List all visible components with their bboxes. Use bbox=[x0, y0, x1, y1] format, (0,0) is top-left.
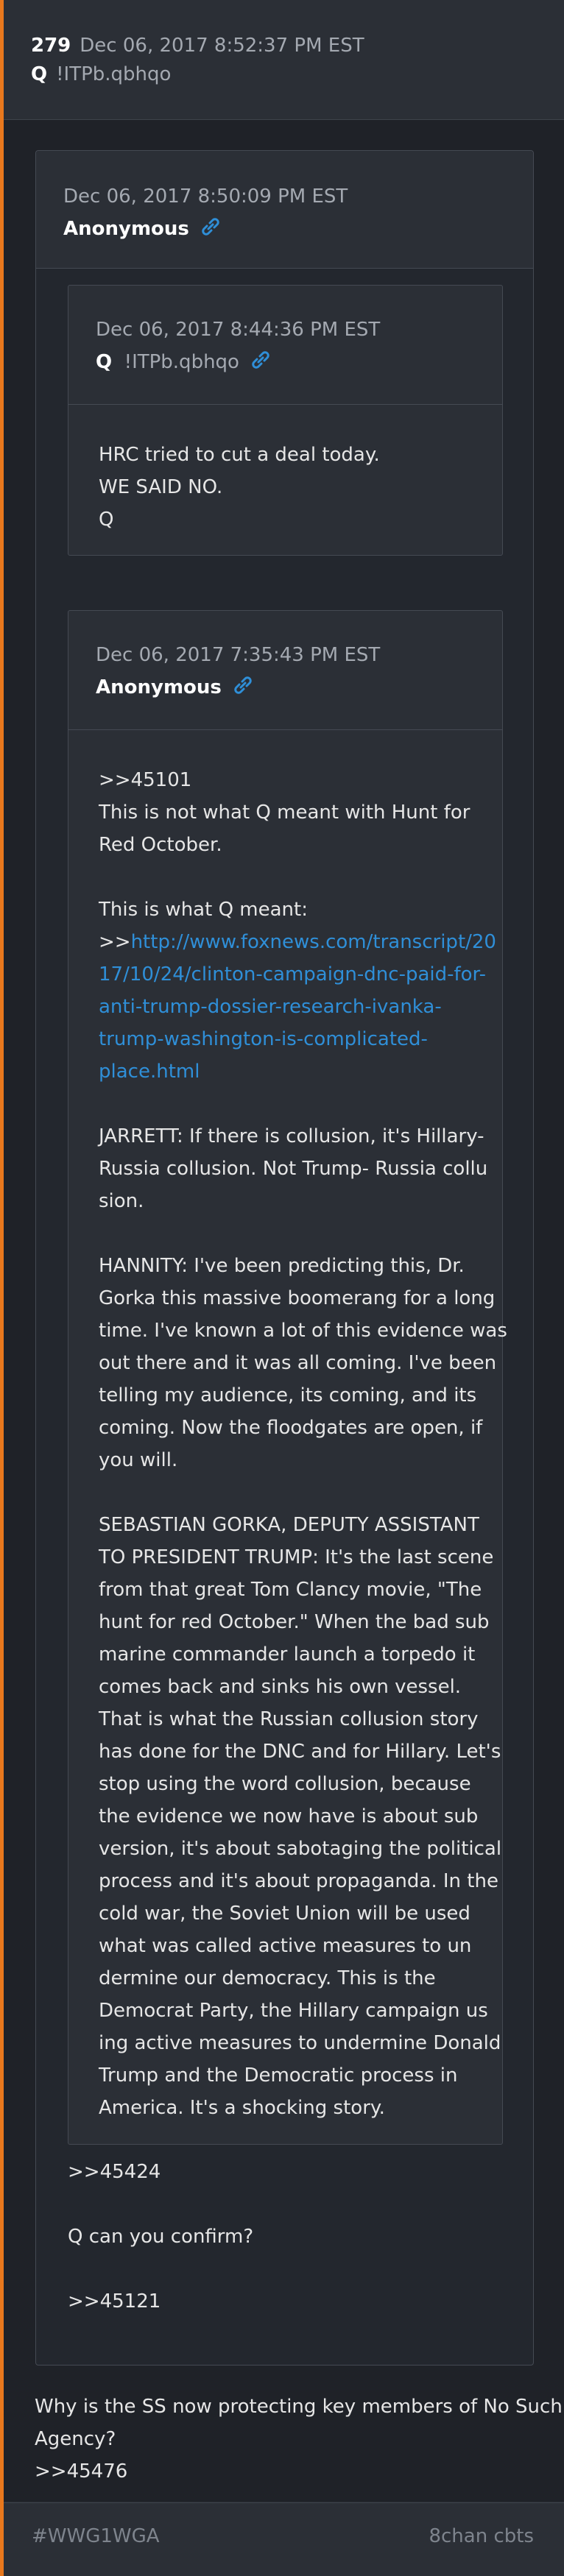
text-line: Q bbox=[99, 509, 114, 531]
text-line: cold war, the Soviet Union will be used bbox=[99, 1903, 470, 1925]
foxnews-link[interactable]: trump-washington-is-complicated- bbox=[99, 1023, 475, 1055]
link-icon[interactable] bbox=[232, 676, 254, 695]
source-label: 8chan cbts bbox=[429, 2525, 534, 2547]
text-line: JARRETT: If there is collusion, it's Hil… bbox=[99, 1125, 484, 1147]
text-line: from that great Tom Clancy movie, "The bbox=[99, 1579, 482, 1601]
reply-link[interactable]: >>45121 bbox=[68, 2285, 161, 2318]
nested-quote-q: Dec 06, 2017 8:44:36 PM EST Q !ITPb.qbhq… bbox=[68, 285, 503, 556]
quoted-post-header: Dec 06, 2017 8:50:09 PM EST Anonymous bbox=[36, 151, 533, 269]
text-line: That is what the Russian collusion story bbox=[99, 1708, 479, 1730]
text-line: This is what Q meant: bbox=[99, 899, 308, 921]
text-line: Red October. bbox=[99, 834, 222, 856]
link-icon[interactable] bbox=[250, 350, 272, 369]
foxnews-link[interactable]: 17/10/24/clinton-campaign-dnc-paid-for- bbox=[99, 958, 486, 991]
reply-link[interactable]: >>45476 bbox=[35, 2455, 563, 2488]
nested-quote-header: Dec 06, 2017 7:35:43 PM EST Anonymous bbox=[68, 611, 502, 730]
text-line: stop using the word collusion, because bbox=[99, 1773, 471, 1795]
nested-quote-anonymous: Dec 06, 2017 7:35:43 PM EST Anonymous >>… bbox=[68, 610, 507, 2146]
text-line: Gorka this massive boomerang for a long bbox=[99, 1287, 496, 1309]
quoted-post-datetime: Dec 06, 2017 8:50:09 PM EST bbox=[63, 185, 348, 208]
text-line: Russia collusion. Not Trump- Russia coll… bbox=[99, 1158, 488, 1180]
text-line: sion. bbox=[99, 1190, 144, 1212]
link-icon[interactable] bbox=[200, 217, 222, 236]
nested-quote-author: Q bbox=[96, 351, 113, 373]
nested-quote-text: HRC tried to cut a deal today. WE SAID N… bbox=[68, 405, 502, 558]
post-text: Why is the SS now protecting key members… bbox=[35, 2391, 563, 2488]
post-page: 279 Dec 06, 2017 8:52:37 PM EST Q !ITPb.qb… bbox=[0, 0, 564, 2576]
author-name: Q bbox=[31, 63, 48, 85]
text-line: Q can you confirm? bbox=[68, 2226, 254, 2248]
foxnews-link[interactable]: anti-trump-dossier-research-ivanka- bbox=[99, 991, 475, 1023]
text-line: ing active measures to undermine Donald bbox=[99, 2032, 501, 2054]
text-line: coming. Now the floodgates are open, if bbox=[99, 1417, 483, 1439]
quote-prefix: >> bbox=[99, 931, 131, 953]
nested-quote-datetime: Dec 06, 2017 8:44:36 PM EST bbox=[96, 319, 381, 341]
foxnews-link[interactable]: place.html bbox=[99, 1055, 475, 1088]
text-line: telling my audience, its coming, and its bbox=[99, 1384, 477, 1406]
text-line: America. It's a shocking story. bbox=[99, 2097, 385, 2119]
post-header: 279 Dec 06, 2017 8:52:37 PM EST Q !ITPb.qb… bbox=[4, 0, 564, 120]
foxnews-link[interactable]: http://www.foxnews.com/transcript/20 bbox=[131, 931, 496, 953]
text-line: version, it's about sabotaging the polit… bbox=[99, 1838, 502, 1860]
text-line: Trump and the Democratic process in bbox=[99, 2064, 458, 2087]
text-line: This is not what Q meant with Hunt for bbox=[99, 802, 470, 824]
text-line: HANNITY: I've been predicting this, Dr. bbox=[99, 1255, 465, 1277]
text-line: dermine our democracy. This is the bbox=[99, 1967, 436, 1989]
text-line: has done for the DNC and for Hillary. Le… bbox=[99, 1741, 501, 1763]
text-line: TO PRESIDENT TRUMP: It's the last scene bbox=[99, 1546, 494, 1568]
text-line: marine commander launch a torpedo it bbox=[99, 1643, 476, 1666]
text-line: Democrat Party, the Hillary campaign us bbox=[99, 2000, 488, 2022]
text-line: comes back and sinks his own vessel. bbox=[99, 1676, 462, 1698]
nested-quote-tripcode: !ITPb.qbhqo bbox=[124, 351, 239, 373]
text-line: process and it's about propaganda. In th… bbox=[99, 1870, 498, 1892]
text-line: WE SAID NO. bbox=[99, 476, 223, 498]
text-line: hunt for red October." When the bad sub bbox=[99, 1611, 490, 1633]
text-line: HRC tried to cut a deal today. bbox=[99, 444, 380, 466]
text-line: out there and it was all coming. I've be… bbox=[99, 1352, 497, 1374]
reply-link[interactable]: >>45424 bbox=[68, 2156, 161, 2188]
text-line: the evidence we now have is about sub bbox=[99, 1805, 479, 1827]
nested-quote-text: >>45101 This is not what Q meant with Hu… bbox=[68, 730, 507, 2146]
text-line: Agency? bbox=[35, 2428, 116, 2450]
nested-quote-header: Dec 06, 2017 8:44:36 PM EST Q !ITPb.qbhq… bbox=[68, 286, 502, 405]
nested-quote-datetime: Dec 06, 2017 7:35:43 PM EST bbox=[96, 644, 381, 666]
text-line: time. I've known a lot of this evidence … bbox=[99, 1320, 507, 1342]
text-line: Why is the SS now protecting key members… bbox=[35, 2396, 563, 2418]
nested-quote-author: Anonymous bbox=[96, 676, 222, 698]
post-footer: #WWG1WGA 8chan cbts bbox=[4, 2502, 564, 2576]
quoted-post-author: Anonymous bbox=[63, 218, 189, 240]
text-line: what was called active measures to un bbox=[99, 1935, 472, 1957]
text-line: you will. bbox=[99, 1449, 178, 1471]
author-tripcode: !ITPb.qbhqo bbox=[56, 63, 172, 85]
post-number: 279 bbox=[31, 35, 71, 57]
text-line: SEBASTIAN GORKA, DEPUTY ASSISTANT bbox=[99, 1514, 479, 1536]
post-datetime: Dec 06, 2017 8:52:37 PM EST bbox=[80, 35, 364, 57]
hashtag: #WWG1WGA bbox=[32, 2525, 160, 2547]
reply-link[interactable]: >>45101 bbox=[99, 764, 475, 796]
quoted-post-card: Dec 06, 2017 8:50:09 PM EST Anonymous De… bbox=[35, 150, 534, 2366]
